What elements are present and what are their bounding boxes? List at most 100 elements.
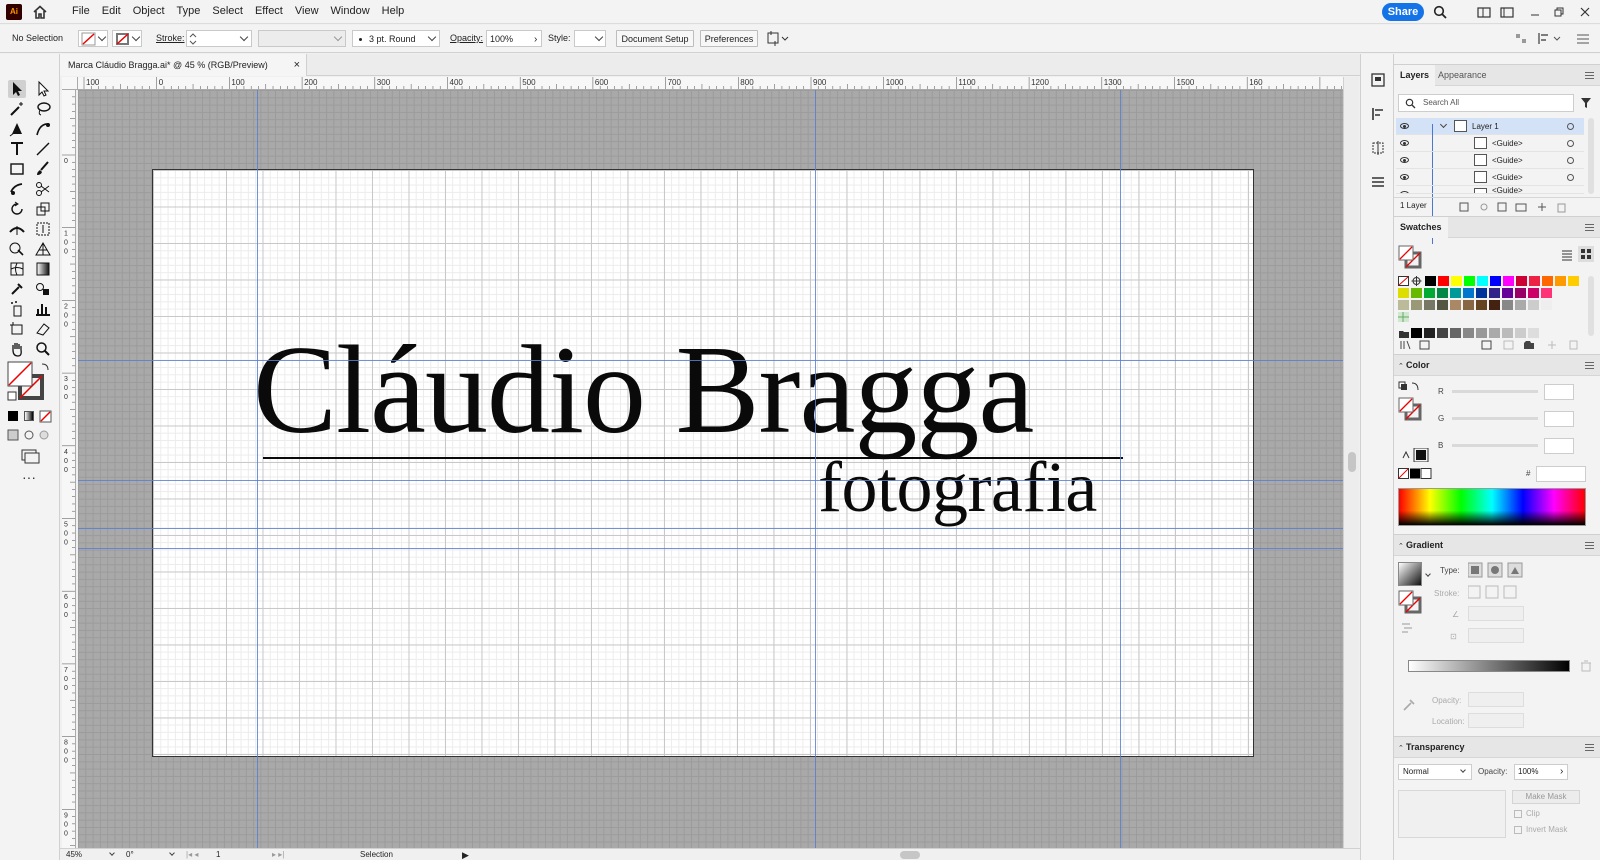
menu-select[interactable]: Select	[206, 0, 249, 24]
color-swatch[interactable]	[1528, 288, 1539, 298]
status-menu-icon[interactable]: ▶	[462, 849, 469, 860]
guide-horizontal[interactable]	[78, 548, 1343, 549]
color-swatch[interactable]	[1476, 328, 1487, 338]
eraser-tool-icon[interactable]	[34, 320, 52, 338]
swatches-tab[interactable]: Swatches	[1394, 217, 1448, 238]
layer-row[interactable]: <Guide>	[1396, 186, 1584, 194]
zoom-level[interactable]: 45%	[66, 849, 82, 860]
search-icon[interactable]	[1433, 5, 1447, 19]
color-swatch[interactable]	[1502, 300, 1513, 310]
artboard-nav-last-icon[interactable]: ▸ ▸|	[272, 849, 284, 860]
minimize-icon[interactable]	[1528, 5, 1542, 19]
artboard-nav-first-icon[interactable]: |◂ ◂	[186, 849, 198, 860]
layers-panel-menu-icon[interactable]	[1585, 72, 1594, 79]
layer-row[interactable]: <Guide>	[1396, 152, 1584, 169]
layer-row[interactable]: <Guide>	[1396, 135, 1584, 152]
artboard-number[interactable]: 1	[216, 849, 220, 860]
color-swatch[interactable]	[1411, 328, 1422, 338]
blend-mode-select[interactable]: Normal	[1398, 764, 1472, 780]
color-swatch[interactable]	[1477, 276, 1488, 286]
stroke-label[interactable]: Stroke:	[156, 30, 185, 47]
shaper-tool-icon[interactable]	[8, 180, 26, 198]
color-swatch[interactable]	[1437, 300, 1448, 310]
color-button[interactable]	[8, 411, 18, 421]
shape-builder-tool-icon[interactable]	[8, 240, 26, 258]
fill-color-selector[interactable]	[78, 30, 108, 47]
blue-value-field[interactable]	[1544, 438, 1574, 454]
gradient-panel-menu-icon[interactable]	[1585, 542, 1594, 549]
color-swatch[interactable]	[1450, 300, 1461, 310]
rectangle-tool-icon[interactable]	[8, 160, 26, 178]
color-swatch[interactable]	[1450, 328, 1461, 338]
green-slider[interactable]	[1452, 417, 1538, 420]
color-swatch[interactable]	[1398, 288, 1409, 298]
artboard-tool-icon[interactable]	[8, 320, 26, 338]
gradient-eyedropper-icon[interactable]	[1402, 698, 1416, 712]
color-swatch[interactable]	[1489, 288, 1500, 298]
color-swatch[interactable]	[1476, 288, 1487, 298]
brush-definition[interactable]: 3 pt. Round	[352, 30, 440, 47]
swatches-scrollbar[interactable]	[1588, 276, 1594, 336]
guide-horizontal[interactable]	[78, 360, 1343, 361]
color-swatch[interactable]	[1464, 276, 1475, 286]
transparency-panel-menu-icon[interactable]	[1585, 744, 1594, 751]
color-swatch[interactable]	[1515, 288, 1526, 298]
document-tab[interactable]: Marca Cláudio Bragga.ai* @ 45 % (RGB/Pre…	[60, 54, 307, 76]
guide-vertical[interactable]	[1120, 90, 1121, 848]
color-swatch[interactable]	[1503, 276, 1514, 286]
color-swatch[interactable]	[1425, 276, 1436, 286]
gradient-slider[interactable]	[1408, 660, 1570, 672]
stroke-weight-field[interactable]	[186, 30, 252, 47]
menu-file[interactable]: File	[66, 0, 96, 24]
home-icon[interactable]	[32, 4, 48, 20]
green-value-field[interactable]	[1544, 411, 1574, 427]
curvature-tool-icon[interactable]	[34, 120, 52, 138]
layer-row[interactable]: Layer 1	[1396, 118, 1584, 244]
gradient-stroke-buttons[interactable]	[1468, 584, 1522, 600]
hex-value-field[interactable]	[1536, 466, 1586, 482]
color-swatch[interactable]	[1515, 328, 1526, 338]
visibility-eye-icon[interactable]	[1400, 123, 1409, 129]
gradient-opacity-field[interactable]	[1468, 692, 1524, 707]
zoom-tool-icon[interactable]	[34, 340, 52, 358]
scissors-tool-icon[interactable]	[34, 180, 52, 198]
layer-target-icon[interactable]	[1567, 123, 1574, 130]
color-swatch[interactable]	[1450, 288, 1461, 298]
pattern-swatch[interactable]	[1398, 312, 1410, 323]
layers-scrollbar[interactable]	[1588, 118, 1594, 194]
gradient-aspect-field[interactable]	[1468, 628, 1524, 643]
gradient-angle-field[interactable]	[1468, 606, 1524, 621]
color-swatch[interactable]	[1463, 300, 1474, 310]
pen-tool-icon[interactable]	[8, 120, 26, 138]
delete-stop-icon[interactable]	[1580, 660, 1592, 672]
color-fill-stroke-icon[interactable]	[1398, 397, 1424, 421]
panel-menu-icon[interactable]	[1574, 30, 1592, 47]
layer-target-icon[interactable]	[1567, 140, 1574, 147]
logo-main-text[interactable]: Cláudio Bragga	[253, 328, 1034, 454]
menu-view[interactable]: View	[289, 0, 325, 24]
layer-name[interactable]: <Guide>	[1492, 135, 1523, 152]
visibility-eye-icon[interactable]	[1400, 174, 1409, 180]
out-of-gamut-icon[interactable]	[1400, 448, 1430, 462]
gradient-location-field[interactable]	[1468, 713, 1524, 728]
layer-name[interactable]: <Guide>	[1492, 186, 1523, 193]
guide-horizontal[interactable]	[78, 480, 1343, 481]
rotate-tool-icon[interactable]	[8, 200, 26, 218]
width-tool-icon[interactable]	[8, 220, 26, 238]
menu-effect[interactable]: Effect	[249, 0, 289, 24]
vertical-ruler[interactable]: 0 1 0 0 2 0 0 3 0 0 4 0 0 5 0 0 6 0 0 7 0 0 8 0 0 9 0 0	[62, 90, 76, 850]
restore-icon[interactable]	[1552, 5, 1566, 19]
color-swatch[interactable]	[1516, 276, 1527, 286]
graphic-style-selector[interactable]	[574, 30, 606, 47]
color-swatch[interactable]	[1489, 300, 1500, 310]
fill-stroke-swatch-icon[interactable]	[1398, 245, 1424, 269]
layer-name[interactable]: <Guide>	[1492, 152, 1523, 169]
transform-icon[interactable]	[1514, 30, 1528, 47]
color-tab[interactable]: Color	[1400, 355, 1436, 376]
blend-tool-icon[interactable]	[34, 280, 52, 298]
close-tab-icon[interactable]: ×	[294, 54, 300, 76]
color-swatch[interactable]	[1424, 328, 1435, 338]
menu-help[interactable]: Help	[376, 0, 411, 24]
color-swatch[interactable]	[1555, 276, 1566, 286]
none-button[interactable]	[39, 410, 52, 423]
